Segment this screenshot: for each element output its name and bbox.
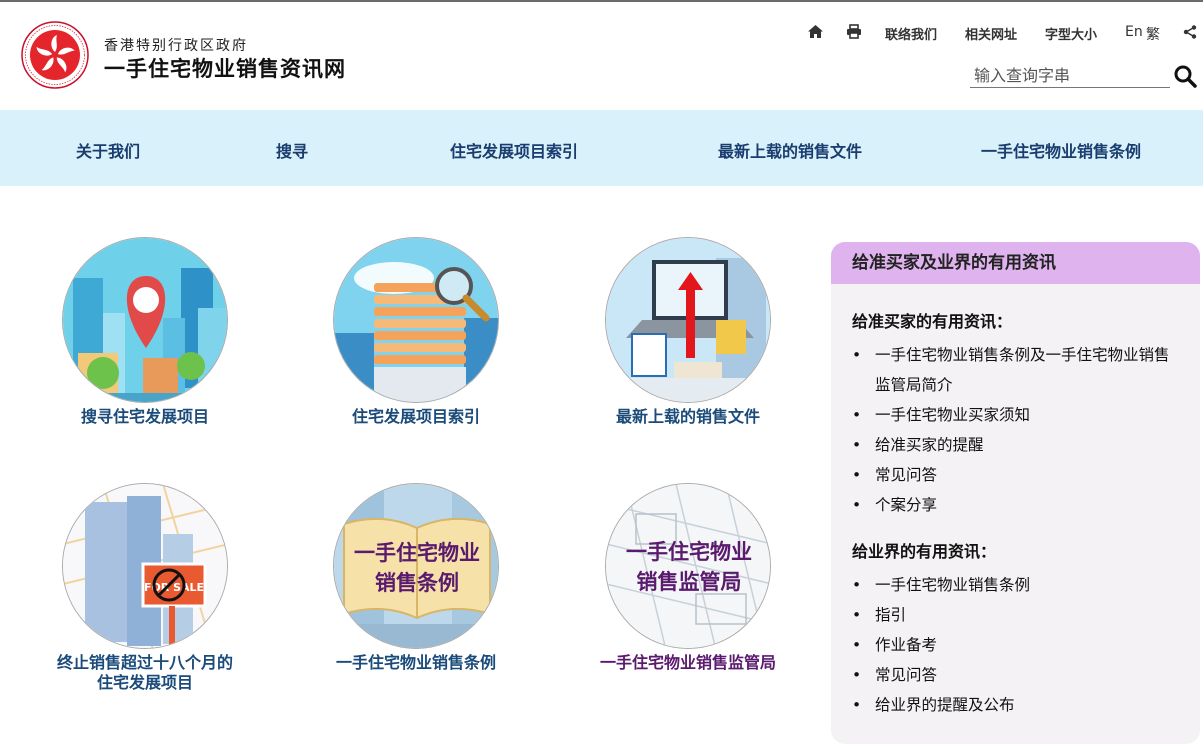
search-developments-illustration — [62, 237, 228, 403]
list-item[interactable]: 常见问答 — [852, 460, 1180, 490]
search-icon[interactable] — [1173, 64, 1197, 88]
site-title[interactable]: 一手住宅物业销售资讯网 — [104, 53, 346, 83]
panel-title: 给准买家及业界的有用资讯 — [831, 242, 1200, 284]
list-item[interactable]: 常见问答 — [852, 660, 1180, 690]
tile-search-developments[interactable]: 搜寻住宅发展项目 — [35, 237, 255, 427]
related-links-link[interactable]: 相关网址 — [965, 24, 1017, 43]
list-item[interactable]: 作业备考 — [852, 630, 1180, 660]
tile-caption: 一手住宅物业销售条例 — [335, 653, 496, 672]
tile-terminated-sales[interactable]: FOR SALE 终止销售超过十八个月的 住宅发展项目 — [35, 483, 255, 693]
government-name: 香港特别行政区政府 — [104, 38, 248, 54]
search-input[interactable] — [970, 64, 1166, 86]
tile-caption: 终止销售超过十八个月的 住宅发展项目 — [35, 653, 255, 693]
nav-search[interactable]: 搜寻 — [276, 138, 308, 162]
share-icon[interactable] — [1183, 25, 1197, 39]
font-size-link[interactable]: 字型大小 — [1045, 24, 1097, 43]
tile-caption-line1: 终止销售超过十八个月的 — [56, 653, 233, 672]
nav-latest-sales-documents[interactable]: 最新上载的销售文件 — [718, 138, 862, 162]
list-item[interactable]: 指引 — [852, 600, 1180, 630]
search-field — [970, 64, 1170, 88]
tile-latest-sales-documents[interactable]: 最新上载的销售文件 — [578, 237, 798, 427]
tile-sales-ordinance[interactable]: 一手住宅物业 销售条例 一手住宅物业销售条例 — [306, 483, 526, 673]
list-item[interactable]: 给业界的提醒及公布 — [852, 690, 1180, 720]
list-item[interactable]: 一手住宅物业销售条例 — [852, 570, 1180, 600]
buyers-heading: 给准买家的有用资讯： — [852, 312, 1013, 331]
buyers-list: 一手住宅物业销售条例及一手住宅物业销售监管局简介 一手住宅物业买家须知 给准买家… — [852, 340, 1180, 520]
tile-caption: 一手住宅物业销售监管局 — [599, 653, 776, 672]
print-icon[interactable] — [846, 24, 862, 39]
tile-caption: 最新上载的销售文件 — [615, 407, 760, 426]
book-text-line1: 一手住宅物业 — [354, 541, 480, 565]
nav-about-us[interactable]: 关于我们 — [76, 138, 140, 162]
trade-heading: 给业界的有用资讯： — [852, 542, 997, 561]
blueprint-text-line1: 一手住宅物业 — [626, 540, 752, 564]
terminated-sales-illustration: FOR SALE — [62, 483, 228, 649]
main-navigation: 关于我们 搜寻 住宅发展项目索引 最新上载的销售文件 一手住宅物业销售条例 — [0, 110, 1203, 186]
list-item[interactable]: 一手住宅物业买家须知 — [852, 400, 1180, 430]
blueprint-text-line2: 销售监管局 — [637, 570, 742, 594]
contact-us-link[interactable]: 联络我们 — [885, 24, 937, 43]
tile-caption: 住宅发展项目索引 — [351, 407, 480, 426]
home-icon[interactable] — [807, 24, 824, 39]
nav-sales-ordinance[interactable]: 一手住宅物业销售条例 — [981, 138, 1141, 162]
book-text-line2: 销售条例 — [375, 571, 459, 595]
development-index-illustration — [333, 237, 499, 403]
hksar-emblem-logo[interactable] — [21, 21, 89, 89]
tile-sales-authority[interactable]: 一手住宅物业 销售监管局 一手住宅物业销售监管局 — [578, 483, 798, 673]
tile-caption: 搜寻住宅发展项目 — [80, 407, 209, 426]
traditional-chinese-link[interactable]: 繁 — [1146, 24, 1160, 44]
sales-authority-illustration: 一手住宅物业 销售监管局 — [605, 483, 771, 649]
english-language-link[interactable]: En — [1125, 24, 1143, 40]
latest-documents-illustration — [605, 237, 771, 403]
list-item[interactable]: 一手住宅物业销售条例及一手住宅物业销售监管局简介 — [852, 340, 1180, 400]
trade-list: 一手住宅物业销售条例 指引 作业备考 常见问答 给业界的提醒及公布 — [852, 570, 1180, 720]
tile-caption-line2: 住宅发展项目 — [96, 673, 193, 692]
top-border — [0, 0, 1203, 2]
list-item[interactable]: 个案分享 — [852, 490, 1180, 520]
nav-development-index[interactable]: 住宅发展项目索引 — [450, 138, 578, 162]
sales-ordinance-illustration: 一手住宅物业 销售条例 — [333, 483, 499, 649]
tile-development-index[interactable]: 住宅发展项目索引 — [306, 237, 526, 427]
list-item[interactable]: 给准买家的提醒 — [852, 430, 1180, 460]
useful-info-panel: 给准买家及业界的有用资讯 给准买家的有用资讯： 一手住宅物业销售条例及一手住宅物… — [831, 242, 1200, 744]
